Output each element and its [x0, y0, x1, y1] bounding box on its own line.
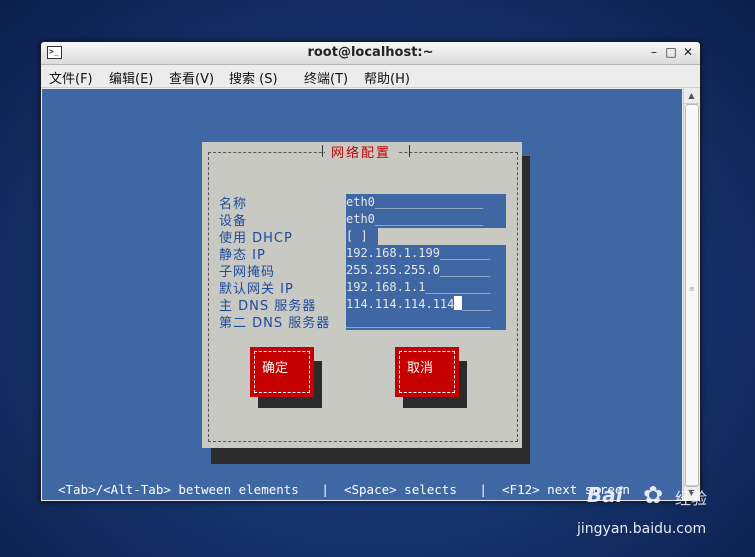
device-field[interactable]: eth0_______________ [346, 211, 506, 228]
dialog-title: 网络配置 [325, 142, 398, 161]
maximize-icon[interactable]: □ [663, 44, 679, 60]
ok-button-label: 确定 [262, 361, 289, 376]
menu-terminal[interactable]: 终端(T) [304, 68, 348, 87]
menu-edit[interactable]: 编辑(E) [109, 68, 153, 87]
scrollbar[interactable]: ▲ ≡ ▼ [683, 89, 699, 500]
scrollbar-thumb[interactable]: ≡ [685, 104, 699, 487]
network-config-dialog: 网络配置 名称 eth0_______________ 设备 eth0_____… [202, 142, 522, 448]
name-field[interactable]: eth0_______________ [346, 194, 506, 211]
baidu-watermark: Bai ✿ 经验 jingyan.baidu.com [575, 475, 755, 545]
watermark-suffix: 经验 [675, 489, 708, 508]
cancel-button[interactable]: 取消 [395, 347, 459, 397]
title-marker-right [409, 145, 410, 157]
watermark-brand: Bai [587, 483, 623, 507]
dhcp-checkbox[interactable]: [ ] [346, 228, 378, 245]
status-line: <Tab>/<Alt-Tab> between elements | <Spac… [58, 482, 630, 497]
menu-help[interactable]: 帮助(H) [364, 68, 410, 87]
menu-search[interactable]: 搜索 (S) [229, 68, 278, 87]
title-marker-left [322, 145, 323, 157]
menu-view[interactable]: 查看(V) [169, 68, 214, 87]
terminal-window: >_ root@localhost:~ – □ ✕ 文件(F) 编辑(E) 查看… [40, 41, 701, 502]
ok-button[interactable]: 确定 [250, 347, 314, 397]
terminal-area[interactable]: 网络配置 名称 eth0_______________ 设备 eth0_____… [42, 89, 682, 500]
primary-dns-tail: ____ [462, 297, 492, 311]
netmask-field[interactable]: 255.255.255.0_______ [346, 262, 506, 279]
secondary-dns-field[interactable]: ____________________ [346, 313, 506, 330]
minimize-icon[interactable]: – [646, 44, 662, 60]
label-secondary-dns: 第二 DNS 服务器 [219, 316, 331, 331]
menu-bar: 文件(F) 编辑(E) 查看(V) 搜索 (S) 终端(T) 帮助(H) [41, 65, 700, 88]
scroll-up-icon[interactable]: ▲ [684, 89, 699, 104]
cancel-button-label: 取消 [407, 361, 434, 376]
watermark-url: jingyan.baidu.com [577, 521, 707, 537]
close-icon[interactable]: ✕ [680, 44, 696, 60]
primary-dns-field[interactable]: 114.114.114.114 ____ [346, 296, 506, 313]
menu-file[interactable]: 文件(F) [49, 68, 93, 87]
paw-icon: ✿ [643, 481, 664, 509]
title-bar[interactable]: >_ root@localhost:~ – □ ✕ [41, 42, 700, 65]
gateway-field[interactable]: 192.168.1.1_________ [346, 279, 506, 296]
static-ip-field[interactable]: 192.168.1.199_______ [346, 245, 506, 262]
window-title: root@localhost:~ [307, 45, 434, 60]
grip-icon: ≡ [689, 285, 695, 293]
primary-dns-value: 114.114.114.114 [346, 297, 455, 311]
